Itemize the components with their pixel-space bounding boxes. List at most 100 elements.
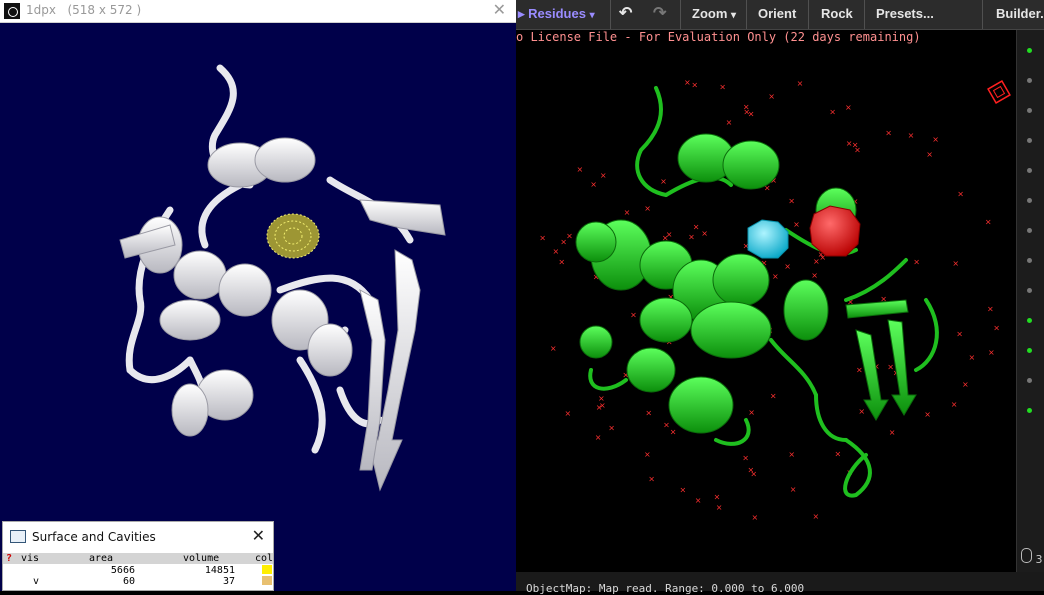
object-toggle-dot[interactable] [1027, 348, 1032, 353]
object-toggle-dot[interactable] [1027, 378, 1032, 383]
table-header: ? vis area volume col [3, 553, 273, 564]
window-title-bar[interactable]: 1dpx (518 x 572 ) ✕ [0, 0, 516, 23]
zoom-button[interactable]: Zoom ▾ [692, 0, 736, 29]
water-marker: × [856, 366, 863, 375]
toolbar-divider [610, 0, 611, 29]
toolbar-divider [746, 0, 747, 29]
molecule-viewer-left[interactable] [0, 23, 516, 591]
residues-selector[interactable]: ▸ Residues ▾ [518, 0, 595, 29]
water-marker: × [663, 421, 670, 430]
cell-vis[interactable]: v [33, 576, 39, 587]
col-header-volume[interactable]: volume [183, 553, 219, 564]
object-toggle-dot[interactable] [1027, 168, 1032, 173]
window-title: 1dpx (518 x 572 ) [26, 3, 142, 17]
water-marker: × [630, 311, 637, 320]
col-header-col[interactable]: col [255, 553, 273, 564]
object-toggle-dot[interactable] [1027, 288, 1032, 293]
object-toggle-dot[interactable] [1027, 408, 1032, 413]
water-marker: × [829, 108, 836, 117]
selection-box-icon [987, 80, 1011, 104]
water-marker: × [608, 424, 615, 433]
undo-icon[interactable]: ↶ [619, 0, 632, 29]
rock-button[interactable]: Rock [821, 0, 853, 29]
chimera-window: 1dpx (518 x 572 ) ✕ Surface and Cavities… [0, 0, 516, 591]
license-message: o License File - For Evaluation Only (22… [516, 30, 921, 44]
panel-title-bar[interactable]: Surface and Cavities ✕ [3, 522, 273, 552]
water-marker: × [644, 204, 651, 213]
mouse-mode-label: 3 [1035, 553, 1043, 566]
water-marker: × [600, 171, 607, 180]
water-marker: × [714, 492, 721, 501]
color-swatch[interactable] [262, 576, 272, 585]
water-marker: × [693, 222, 700, 231]
orient-button[interactable]: Orient [758, 0, 796, 29]
water-marker: × [797, 79, 804, 88]
water-marker: × [987, 305, 994, 314]
col-header-vis[interactable]: vis [21, 553, 39, 564]
water-marker: × [595, 433, 602, 442]
water-marker: × [885, 129, 892, 138]
water-marker: × [577, 165, 584, 174]
object-toggle-dot[interactable] [1027, 228, 1032, 233]
close-icon[interactable]: ✕ [493, 0, 506, 19]
builder-button[interactable]: Builder. [996, 0, 1044, 29]
col-header-area[interactable]: area [89, 553, 113, 564]
water-marker: × [565, 409, 572, 418]
water-marker: × [742, 454, 749, 463]
status-bar: ObjectMap: Map read. Range: 0.000 to 6.0… [516, 572, 1044, 595]
water-marker: × [748, 465, 755, 474]
table-row[interactable]: v 60 37 [3, 576, 273, 587]
object-toggle-dot[interactable] [1027, 78, 1032, 83]
water-marker: × [889, 428, 896, 437]
water-marker: × [701, 229, 708, 238]
toolbar-divider [864, 0, 865, 29]
redo-icon[interactable]: ↷ [653, 0, 666, 29]
object-toggle-dot[interactable] [1027, 108, 1032, 113]
water-marker: × [790, 485, 797, 494]
water-marker: × [645, 408, 652, 417]
pymol-toolbar: ▸ Residues ▾ ↶ ↷ Zoom ▾ Orient Rock Pres… [516, 0, 1044, 30]
water-marker: × [680, 486, 687, 495]
object-toggle-dot[interactable] [1027, 318, 1032, 323]
water-marker: × [768, 92, 775, 101]
water-markers: ××××××××××××××××××××××××××××××××× ×××××××… [539, 78, 1000, 522]
water-marker: × [670, 427, 677, 436]
color-swatch[interactable] [262, 565, 272, 574]
water-marker: × [553, 247, 560, 256]
water-marker: × [644, 450, 651, 459]
water-marker: × [695, 496, 702, 505]
water-marker: × [908, 131, 915, 140]
object-toggle-dot[interactable] [1027, 138, 1032, 143]
water-marker: × [691, 81, 698, 90]
surface-cavities-panel[interactable]: Surface and Cavities ✕ ? vis area volume… [2, 521, 274, 591]
water-marker: × [846, 139, 853, 148]
water-marker: × [952, 259, 959, 268]
object-toggle-dot[interactable] [1027, 48, 1032, 53]
water-marker: × [624, 208, 631, 217]
panel-title: Surface and Cavities [32, 530, 156, 544]
mouse-icon [1021, 548, 1032, 563]
water-marker: × [648, 475, 655, 484]
water-marker: × [684, 78, 691, 87]
water-marker: × [752, 513, 759, 522]
object-toggle-dot[interactable] [1027, 258, 1032, 263]
object-toggle-dot[interactable] [1027, 198, 1032, 203]
water-marker: × [957, 190, 964, 199]
water-marker: × [969, 353, 976, 362]
water-marker: × [598, 394, 605, 403]
water-marker: × [926, 150, 933, 159]
water-marker: × [988, 348, 995, 357]
molecule-viewer-right[interactable]: ××××××××××××××××××××××××××××××××× ×××××××… [516, 30, 1016, 572]
water-marker: × [788, 196, 795, 205]
help-icon[interactable]: ? [6, 553, 12, 564]
water-marker: × [854, 146, 861, 155]
water-marker: × [719, 83, 726, 92]
presets-button[interactable]: Presets... [876, 0, 934, 29]
cavity-surface-cyan [747, 219, 789, 259]
water-marker: × [951, 400, 958, 409]
mouse-mode-indicator[interactable]: 3 [1019, 548, 1043, 570]
table-row[interactable]: 5666 14851 [3, 565, 273, 576]
water-marker: × [660, 177, 667, 186]
toolbar-divider [808, 0, 809, 29]
close-icon[interactable]: ✕ [252, 526, 265, 545]
